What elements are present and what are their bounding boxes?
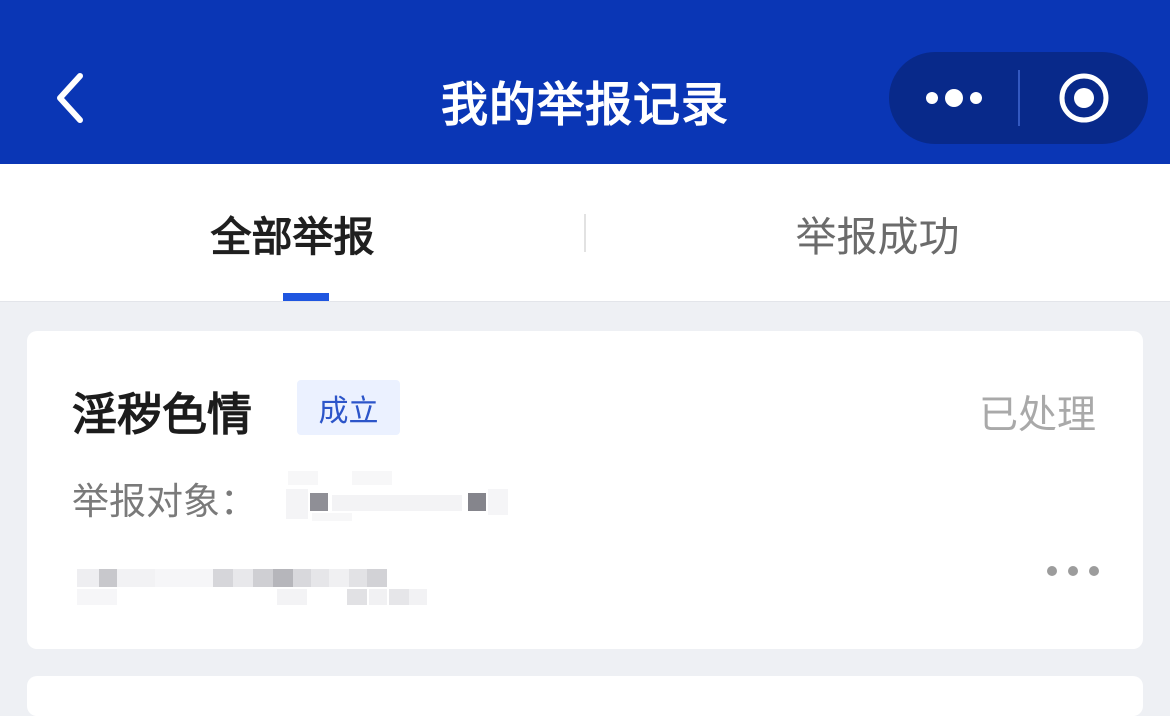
dot (1047, 566, 1057, 576)
active-tab-indicator (283, 293, 329, 301)
status-badge: 成立 (297, 380, 400, 435)
redacted-details-mosaic (77, 563, 437, 613)
close-mini-program-button[interactable] (1019, 52, 1148, 144)
tab-all-reports[interactable]: 全部举报 (0, 164, 585, 301)
report-category: 淫秽色情 (72, 388, 253, 441)
more-dots-icon (926, 89, 982, 107)
processing-status: 已处理 (978, 393, 1096, 438)
tab-successful-reports[interactable]: 举报成功 (585, 164, 1170, 301)
report-record-card-next[interactable] (27, 676, 1143, 716)
more-horizontal-icon[interactable] (1047, 559, 1099, 583)
more-options-button[interactable] (889, 52, 1019, 144)
report-target-label: 举报对象： (72, 480, 257, 523)
mini-program-capsule (889, 52, 1148, 144)
redacted-target-mosaic (282, 469, 512, 523)
dot (1068, 566, 1078, 576)
tab-bar: 全部举报 举报成功 (0, 164, 1170, 302)
report-record-card[interactable]: 淫秽色情 成立 已处理 举报对象： (27, 331, 1143, 649)
target-circle-icon (1059, 73, 1108, 123)
dot (1089, 566, 1099, 576)
nav-bar: 我的举报记录 (0, 0, 1170, 164)
